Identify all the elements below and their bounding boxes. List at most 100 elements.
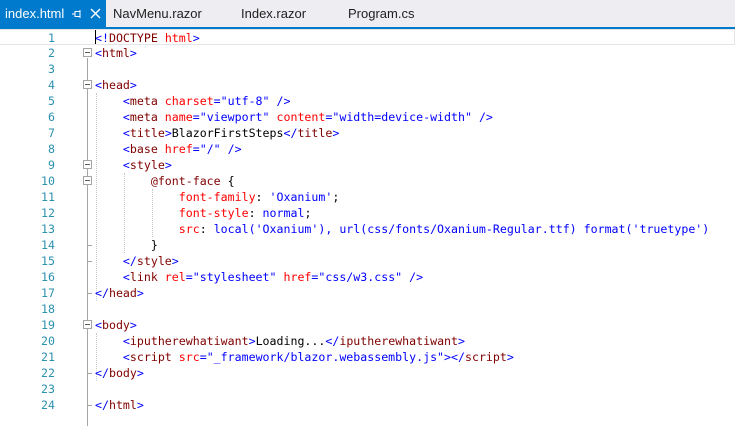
code-text: <body> (95, 317, 137, 333)
code-text: font-style: normal; (95, 205, 312, 221)
line-number: 6 (48, 110, 55, 124)
code-token: } (95, 238, 158, 252)
tab-index-razor[interactable]: Index.razor (234, 0, 339, 27)
code-token: html (101, 46, 130, 60)
code-token: content (269, 110, 326, 124)
code-line[interactable]: 4 <head> (0, 77, 735, 93)
line-number: 5 (48, 94, 55, 108)
code-line[interactable]: 22 </body> (0, 365, 735, 381)
line-number: 21 (41, 350, 55, 364)
code-text: @font-face { (95, 173, 235, 189)
code-token: < (122, 94, 130, 108)
code-token: /> (220, 142, 242, 156)
code-token: src (171, 350, 200, 364)
code-text: } (95, 237, 158, 253)
code-token: /> (269, 94, 291, 108)
code-token: > (192, 31, 200, 45)
code-line[interactable]: 9 <style> (0, 157, 735, 173)
code-line[interactable]: 3 (0, 61, 735, 77)
code-token: /> (402, 270, 424, 284)
code-text: <script src="_framework/blazor.webassemb… (95, 349, 514, 365)
code-token: Loading... (255, 334, 326, 348)
code-text: <iputherewhatiwant>Loading...</iputherew… (95, 333, 465, 349)
code-token: > (136, 398, 144, 412)
code-text: </style> (95, 253, 179, 269)
code-token: < (122, 158, 130, 172)
code-line[interactable]: 13 src: local('Oxanium'), url(css/fonts/… (0, 221, 735, 237)
code-token: "viewport" (199, 110, 270, 124)
code-line[interactable]: 8 <base href="/" /> (0, 141, 735, 157)
line-number: 9 (48, 158, 55, 172)
code-line[interactable]: 18 (0, 301, 735, 317)
code-line[interactable]: 19 <body> (0, 317, 735, 333)
code-token: 'Oxanium' (269, 190, 333, 204)
code-line[interactable]: 16 <link rel="stylesheet" href="css/w3.c… (0, 269, 735, 285)
line-number: 2 (48, 46, 55, 60)
code-line[interactable]: 7 <title>BlazorFirstSteps</title> (0, 125, 735, 141)
code-token: < (95, 78, 102, 92)
code-token: > (248, 334, 256, 348)
code-text: <base href="/" /> (95, 141, 242, 157)
code-token: title (297, 126, 333, 140)
code-editor[interactable]: 1 <!DOCTYPE html> 2 <html> 3 4 <head> 5 <meta c… (0, 29, 735, 426)
text-caret (95, 30, 96, 44)
code-token: iputherewhatiwant (339, 334, 459, 348)
code-token: ></ (444, 350, 465, 364)
code-token: head (101, 78, 130, 92)
code-line[interactable]: 6 <meta name="viewport" content="width=d… (0, 109, 735, 125)
code-line[interactable]: 11 font-family: 'Oxanium'; (0, 189, 735, 205)
tab-label: Index.razor (241, 6, 307, 21)
tab-index-html[interactable]: index.html (0, 0, 106, 27)
code-token: name (157, 110, 193, 124)
pin-icon[interactable] (72, 9, 82, 19)
code-line[interactable]: 12 font-style: normal; (0, 205, 735, 221)
code-line[interactable]: 15 </style> (0, 253, 735, 269)
line-number: 22 (41, 366, 55, 380)
line-number: 8 (48, 142, 55, 156)
code-line[interactable]: 1 <!DOCTYPE html> (0, 29, 735, 45)
code-token: : (199, 222, 214, 236)
code-line[interactable]: 20 <iputherewhatiwant>Loading...</iputhe… (0, 333, 735, 349)
code-line[interactable]: 21 <script src="_framework/blazor.webass… (0, 349, 735, 365)
code-token: : (248, 206, 263, 220)
code-line[interactable]: 23 (0, 381, 735, 397)
code-token: charset (157, 94, 214, 108)
code-text: </body> (95, 365, 144, 381)
code-text: <meta charset="utf-8" /> (95, 93, 291, 109)
code-text: <style> (95, 157, 172, 173)
code-token: > (136, 366, 144, 380)
code-token: base (129, 142, 158, 156)
code-token: > (136, 286, 144, 300)
code-token: = (213, 94, 221, 108)
code-line[interactable]: 17 </head> (0, 285, 735, 301)
code-line[interactable]: 24 </html> (0, 397, 735, 413)
tab-program-cs[interactable]: Program.cs (341, 0, 446, 27)
code-token: script (129, 350, 172, 364)
code-line[interactable]: 5 <meta charset="utf-8" /> (0, 93, 735, 109)
close-icon[interactable] (90, 8, 101, 19)
tab-label: NavMenu.razor (113, 6, 202, 21)
line-number: 12 (41, 206, 55, 220)
code-token: local('Oxanium'), url(css/fonts/Oxanium-… (213, 222, 710, 236)
code-line[interactable]: 10 @font-face { (0, 173, 735, 189)
code-token: = (185, 270, 193, 284)
code-line[interactable]: 14 } (0, 237, 735, 253)
code-token: ; (304, 206, 312, 220)
code-text: </html> (95, 397, 144, 413)
code-token: normal (262, 206, 305, 220)
tab-navmenu-razor[interactable]: NavMenu.razor (106, 0, 224, 27)
code-token: < (122, 110, 130, 124)
code-token: < (122, 126, 130, 140)
code-token: < (95, 318, 102, 332)
code-token: > (332, 126, 340, 140)
code-line[interactable]: 2 <html> (0, 45, 735, 61)
